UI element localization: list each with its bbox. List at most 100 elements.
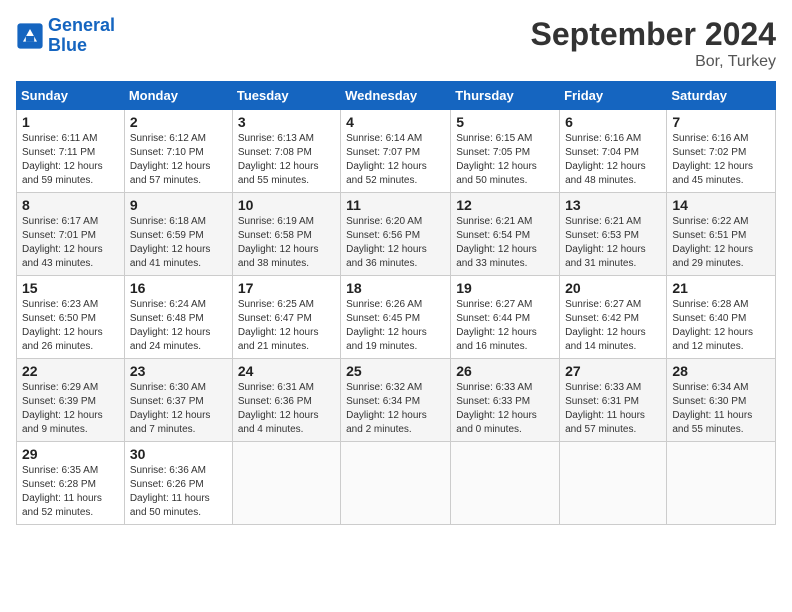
title-section: September 2024 Bor, Turkey [531,16,776,71]
day-details: Sunrise: 6:13 AMSunset: 7:08 PMDaylight:… [238,132,335,188]
calendar-week-row: 1 Sunrise: 6:11 AMSunset: 7:11 PMDaylight… [17,110,776,193]
calendar-cell: 23 Sunrise: 6:30 AMSunset: 6:37 PMDayligh… [124,359,232,442]
day-number: 25 [346,363,445,379]
day-details: Sunrise: 6:19 AMSunset: 6:58 PMDaylight:… [238,215,335,271]
logo-line1: General [48,15,115,35]
logo-line2: Blue [48,35,87,55]
calendar-cell: 18 Sunrise: 6:26 AMSunset: 6:45 PMDayligh… [341,276,451,359]
header-day-wednesday: Wednesday [341,82,451,110]
calendar-cell [232,442,340,525]
day-number: 13 [565,197,661,213]
calendar-cell: 16 Sunrise: 6:24 AMSunset: 6:48 PMDayligh… [124,276,232,359]
calendar-cell: 14 Sunrise: 6:22 AMSunset: 6:51 PMDayligh… [667,193,776,276]
calendar-week-row: 8 Sunrise: 6:17 AMSunset: 7:01 PMDaylight… [17,193,776,276]
logo-icon [16,22,44,50]
day-details: Sunrise: 6:15 AMSunset: 7:05 PMDaylight:… [456,132,554,188]
day-number: 28 [672,363,770,379]
calendar-body: 1 Sunrise: 6:11 AMSunset: 7:11 PMDaylight… [17,110,776,525]
calendar-cell: 21 Sunrise: 6:28 AMSunset: 6:40 PMDayligh… [667,276,776,359]
calendar-cell: 13 Sunrise: 6:21 AMSunset: 6:53 PMDayligh… [560,193,667,276]
day-number: 14 [672,197,770,213]
day-details: Sunrise: 6:24 AMSunset: 6:48 PMDaylight:… [130,298,227,354]
day-number: 4 [346,114,445,130]
day-number: 3 [238,114,335,130]
calendar-cell: 19Sunrise: 6:27 AMSunset: 6:44 PMDayligh… [451,276,560,359]
calendar-cell: 27 Sunrise: 6:33 AMSunset: 6:31 PMDayligh… [560,359,667,442]
day-details: Sunrise: 6:22 AMSunset: 6:51 PMDaylight:… [672,215,770,271]
day-number: 22 [22,363,119,379]
day-number: 16 [130,280,227,296]
day-details: Sunrise: 6:23 AMSunset: 6:50 PMDaylight:… [22,298,119,354]
calendar-cell: 7Sunrise: 6:16 AMSunset: 7:02 PMDaylight… [667,110,776,193]
day-details: Sunrise: 6:14 AMSunset: 7:07 PMDaylight:… [346,132,445,188]
day-number: 30 [130,446,227,462]
day-number: 5 [456,114,554,130]
logo: General Blue [16,16,115,56]
day-details: Sunrise: 6:26 AMSunset: 6:45 PMDaylight:… [346,298,445,354]
calendar-cell: 15Sunrise: 6:23 AMSunset: 6:50 PMDayligh… [17,276,125,359]
day-number: 18 [346,280,445,296]
day-details: Sunrise: 6:36 AMSunset: 6:26 PMDaylight:… [130,464,227,520]
day-details: Sunrise: 6:20 AMSunset: 6:56 PMDaylight:… [346,215,445,271]
location-title: Bor, Turkey [531,53,776,71]
calendar-cell: 26Sunrise: 6:33 AMSunset: 6:33 PMDayligh… [451,359,560,442]
calendar-cell [667,442,776,525]
day-number: 27 [565,363,661,379]
calendar-week-row: 22 Sunrise: 6:29 AMSunset: 6:39 PMDayligh… [17,359,776,442]
day-details: Sunrise: 6:11 AMSunset: 7:11 PMDaylight:… [22,132,119,188]
header-day-friday: Friday [560,82,667,110]
day-number: 20 [565,280,661,296]
day-details: Sunrise: 6:16 AMSunset: 7:04 PMDaylight:… [565,132,661,188]
day-number: 9 [130,197,227,213]
day-details: Sunrise: 6:12 AMSunset: 7:10 PMDaylight:… [130,132,227,188]
day-details: Sunrise: 6:30 AMSunset: 6:37 PMDaylight:… [130,381,227,437]
calendar-cell: 17 Sunrise: 6:25 AMSunset: 6:47 PMDayligh… [232,276,340,359]
header-day-sunday: Sunday [17,82,125,110]
day-number: 8 [22,197,119,213]
calendar-cell: 5 Sunrise: 6:15 AMSunset: 7:05 PMDaylight… [451,110,560,193]
day-number: 11 [346,197,445,213]
calendar-cell: 3 Sunrise: 6:13 AMSunset: 7:08 PMDaylight… [232,110,340,193]
day-details: Sunrise: 6:27 AMSunset: 6:44 PMDaylight:… [456,298,554,354]
day-details: Sunrise: 6:18 AMSunset: 6:59 PMDaylight:… [130,215,227,271]
day-details: Sunrise: 6:33 AMSunset: 6:31 PMDaylight:… [565,381,661,437]
day-details: Sunrise: 6:17 AMSunset: 7:01 PMDaylight:… [22,215,119,271]
day-number: 21 [672,280,770,296]
day-number: 17 [238,280,335,296]
calendar-cell: 9 Sunrise: 6:18 AMSunset: 6:59 PMDaylight… [124,193,232,276]
calendar-cell: 12Sunrise: 6:21 AMSunset: 6:54 PMDayligh… [451,193,560,276]
calendar-cell: 24 Sunrise: 6:31 AMSunset: 6:36 PMDayligh… [232,359,340,442]
day-details: Sunrise: 6:28 AMSunset: 6:40 PMDaylight:… [672,298,770,354]
day-details: Sunrise: 6:25 AMSunset: 6:47 PMDaylight:… [238,298,335,354]
calendar-cell: 8 Sunrise: 6:17 AMSunset: 7:01 PMDaylight… [17,193,125,276]
calendar-cell [341,442,451,525]
calendar-cell: 6 Sunrise: 6:16 AMSunset: 7:04 PMDaylight… [560,110,667,193]
calendar-week-row: 29Sunrise: 6:35 AMSunset: 6:28 PMDayligh… [17,442,776,525]
header-day-thursday: Thursday [451,82,560,110]
day-number: 2 [130,114,227,130]
calendar-cell: 1 Sunrise: 6:11 AMSunset: 7:11 PMDaylight… [17,110,125,193]
day-number: 24 [238,363,335,379]
day-details: Sunrise: 6:16 AMSunset: 7:02 PMDaylight:… [672,132,770,188]
calendar-cell: 28 Sunrise: 6:34 AMSunset: 6:30 PMDayligh… [667,359,776,442]
day-details: Sunrise: 6:34 AMSunset: 6:30 PMDaylight:… [672,381,770,437]
calendar-cell [451,442,560,525]
day-details: Sunrise: 6:21 AMSunset: 6:54 PMDaylight:… [456,215,554,271]
day-details: Sunrise: 6:32 AMSunset: 6:34 PMDaylight:… [346,381,445,437]
day-number: 23 [130,363,227,379]
day-number: 10 [238,197,335,213]
header-day-saturday: Saturday [667,82,776,110]
calendar-cell: 22 Sunrise: 6:29 AMSunset: 6:39 PMDayligh… [17,359,125,442]
day-details: Sunrise: 6:29 AMSunset: 6:39 PMDaylight:… [22,381,119,437]
day-details: Sunrise: 6:21 AMSunset: 6:53 PMDaylight:… [565,215,661,271]
header-day-tuesday: Tuesday [232,82,340,110]
page-header: General Blue September 2024 Bor, Turkey [16,16,776,71]
calendar-cell: 10 Sunrise: 6:19 AMSunset: 6:58 PMDayligh… [232,193,340,276]
day-details: Sunrise: 6:31 AMSunset: 6:36 PMDaylight:… [238,381,335,437]
calendar-cell: 2 Sunrise: 6:12 AMSunset: 7:10 PMDaylight… [124,110,232,193]
day-details: Sunrise: 6:35 AMSunset: 6:28 PMDaylight:… [22,464,119,520]
day-number: 1 [22,114,119,130]
calendar-week-row: 15Sunrise: 6:23 AMSunset: 6:50 PMDayligh… [17,276,776,359]
calendar-cell: 20Sunrise: 6:27 AMSunset: 6:42 PMDayligh… [560,276,667,359]
day-number: 6 [565,114,661,130]
